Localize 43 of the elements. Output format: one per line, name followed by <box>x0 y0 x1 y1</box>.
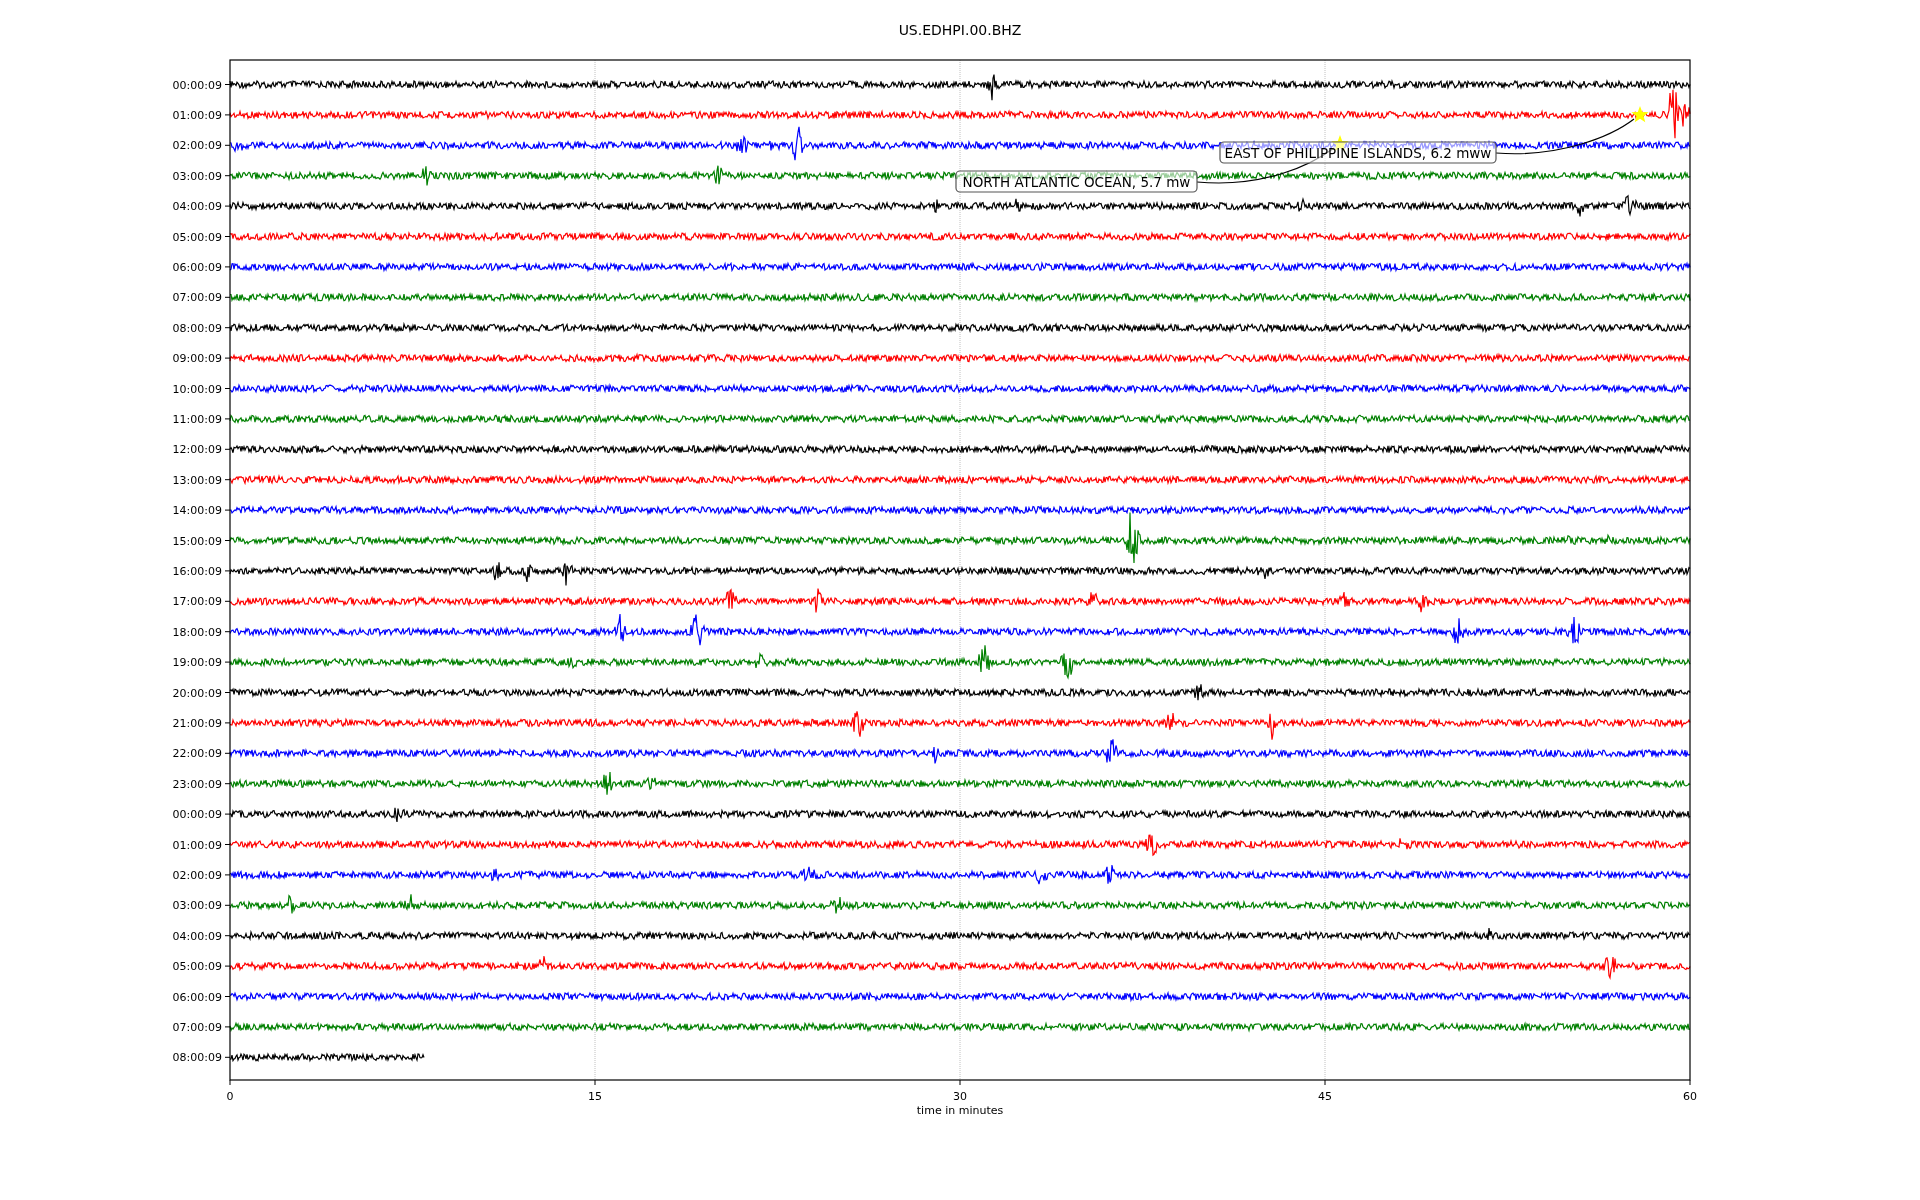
time-label: 01:00:09 <box>172 108 222 122</box>
star-icon <box>1631 106 1649 123</box>
axis-tick-label: 15 <box>588 1090 602 1103</box>
event-label: EAST OF PHILIPPINE ISLANDS, 6.2 mww <box>1219 141 1497 164</box>
time-label: 08:00:09 <box>172 321 222 335</box>
axis-tick-label: 60 <box>1683 1090 1697 1103</box>
time-label: 03:00:09 <box>172 899 222 913</box>
time-label: 02:00:09 <box>172 139 222 153</box>
time-label: 21:00:09 <box>172 716 222 730</box>
time-label: 15:00:09 <box>172 534 222 548</box>
time-label: 09:00:09 <box>172 352 222 366</box>
time-label: 17:00:09 <box>172 595 222 609</box>
time-label: 04:00:09 <box>172 200 222 214</box>
time-label: 03:00:09 <box>172 169 222 183</box>
axis-tick-label: 45 <box>1318 1090 1332 1103</box>
time-label: 02:00:09 <box>172 868 222 882</box>
time-label: 04:00:09 <box>172 929 222 943</box>
time-label: 06:00:09 <box>172 260 222 274</box>
axis-tick-label: 0 <box>226 1090 234 1103</box>
time-label: 16:00:09 <box>172 564 222 578</box>
event-label: NORTH ATLANTIC OCEAN, 5.7 mw <box>955 170 1198 193</box>
time-label: 08:00:09 <box>172 1051 222 1065</box>
time-label: 18:00:09 <box>172 625 222 639</box>
time-label: 07:00:09 <box>172 1020 222 1034</box>
time-label: 05:00:09 <box>172 960 222 974</box>
time-label: 01:00:09 <box>172 838 222 852</box>
time-label: 07:00:09 <box>172 291 222 305</box>
time-label: 13:00:09 <box>172 473 222 487</box>
time-label: 22:00:09 <box>172 747 222 761</box>
time-label: 19:00:09 <box>172 656 222 670</box>
time-label: 12:00:09 <box>172 443 222 457</box>
time-label: 05:00:09 <box>172 230 222 244</box>
time-label: 23:00:09 <box>172 777 222 791</box>
time-label: 00:00:09 <box>172 78 222 92</box>
axis-tick-label: 30 <box>953 1090 967 1103</box>
axis-label: time in minutes <box>916 1104 1004 1117</box>
time-label: 10:00:09 <box>172 382 222 396</box>
time-label: 14:00:09 <box>172 504 222 518</box>
plot-title: US.EDHPI.00.BHZ <box>898 22 1022 38</box>
time-label: 20:00:09 <box>172 686 222 700</box>
time-label: 11:00:09 <box>172 412 222 426</box>
time-label: 00:00:09 <box>172 808 222 822</box>
time-label: 06:00:09 <box>172 990 222 1004</box>
